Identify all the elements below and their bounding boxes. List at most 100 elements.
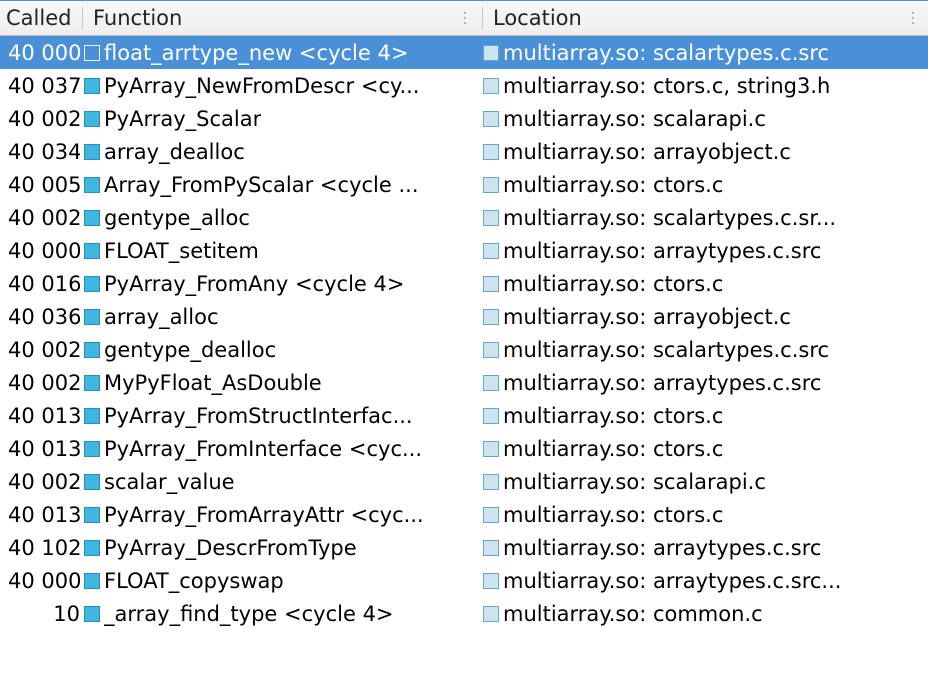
cell-called: 40 002 (0, 206, 80, 230)
cell-location: multiarray.so: arraytypes.c.src (473, 239, 928, 263)
cell-called: 40 013 (0, 503, 80, 527)
column-header-called[interactable]: Called (0, 1, 80, 35)
file-icon (483, 243, 499, 259)
filled-box-icon (84, 309, 100, 325)
table-row[interactable]: 40 013PyArray_FromStructInterfac... multi… (0, 399, 928, 432)
function-name: PyArray_FromInterface <cyc... (104, 437, 422, 461)
function-name: MyPyFloat_AsDouble (104, 371, 322, 395)
function-name: _array_find_type <cycle 4> (104, 602, 394, 626)
table-header: Called Function Location (0, 0, 928, 36)
called-value: 40 000 (8, 41, 80, 65)
function-name: PyArray_Scalar (104, 107, 261, 131)
filled-box-icon (84, 276, 100, 292)
cell-location: multiarray.so: scalartypes.c.src (473, 338, 928, 362)
filled-box-icon (84, 507, 100, 523)
cell-location: multiarray.so: arrayobject.c (473, 305, 928, 329)
file-icon (483, 573, 499, 589)
function-name: PyArray_FromArrayAttr <cyc... (104, 503, 424, 527)
cell-location: multiarray.so: arraytypes.c.src (473, 536, 928, 560)
table-row[interactable]: 40 037PyArray_NewFromDescr <cy...multiar… (0, 69, 928, 102)
cell-called: 40 102 (0, 536, 80, 560)
table-row[interactable]: 40 005Array_FromPyScalar <cycle ...multi… (0, 168, 928, 201)
location-text: multiarray.so: common.c (503, 602, 763, 626)
table-body: 40 000 float_arrtype_new <cycle 4> multiar… (0, 36, 928, 630)
location-text: multiarray.so: ctors.c (503, 404, 723, 428)
table-row[interactable]: 40 000FLOAT_setitemmultiarray.so: arrayt… (0, 234, 928, 267)
location-text: multiarray.so: scalartypes.c.sr... (503, 206, 836, 230)
table-row[interactable]: 40 102 PyArray_DescrFromType multiarray.so… (0, 531, 928, 564)
cell-location: multiarray.so: ctors.c, string3.h (473, 74, 928, 98)
cell-function: array_dealloc (80, 140, 473, 164)
cell-location: multiarray.so: ctors.c (473, 404, 928, 428)
file-icon (483, 375, 499, 391)
column-header-location[interactable]: Location (485, 1, 928, 35)
empty-box-icon (84, 45, 100, 61)
file-icon (483, 45, 499, 61)
column-divider[interactable] (482, 7, 483, 29)
column-divider[interactable] (82, 7, 83, 29)
cell-function: PyArray_FromInterface <cyc... (80, 437, 473, 461)
cell-function: Array_FromPyScalar <cycle ... (80, 173, 473, 197)
table-row[interactable]: 40 002gentype_deallocmultiarray.so: scal… (0, 333, 928, 366)
function-name: float_arrtype_new <cycle 4> (104, 41, 408, 65)
cell-location: multiarray.so: scalartypes.c.src (473, 41, 928, 65)
table-row[interactable]: 10 _array_find_type <cycle 4> multiarray.s… (0, 597, 928, 630)
table-row[interactable]: 40 002MyPyFloat_AsDoublemultiarray.so: a… (0, 366, 928, 399)
called-value: 40 034 (8, 140, 80, 164)
table-row[interactable]: 40 034 array_dealloc multiarray.so: arrayo… (0, 135, 928, 168)
function-name: array_dealloc (104, 140, 245, 164)
location-text: multiarray.so: arraytypes.c.src... (503, 569, 841, 593)
called-value: 40 037 (8, 74, 80, 98)
called-value: 40 002 (8, 107, 80, 131)
called-value: 40 005 (8, 173, 80, 197)
file-icon (483, 177, 499, 193)
profiler-table: Called Function Location 40 000 float_arr… (0, 0, 928, 694)
table-row[interactable]: 40 016PyArray_FromAny <cycle 4>multiarra… (0, 267, 928, 300)
cell-called: 10 (0, 602, 80, 626)
location-text: multiarray.so: ctors.c (503, 503, 723, 527)
location-text: multiarray.so: scalarapi.c (503, 107, 766, 131)
cell-location: multiarray.so: common.c (473, 602, 928, 626)
called-value: 10 (53, 602, 80, 626)
called-value: 40 002 (8, 206, 80, 230)
cell-location: multiarray.so: ctors.c (473, 503, 928, 527)
column-header-function[interactable]: Function (85, 1, 480, 35)
column-header-label: Function (93, 6, 182, 30)
cell-function: PyArray_DescrFromType (80, 536, 473, 560)
function-name: scalar_value (104, 470, 235, 494)
cell-location: multiarray.so: ctors.c (473, 272, 928, 296)
location-text: multiarray.so: arraytypes.c.src (503, 536, 821, 560)
table-row[interactable]: 40 002 PyArray_Scalar multiarray.so: scala… (0, 102, 928, 135)
cell-called: 40 000 (0, 41, 80, 65)
table-row[interactable]: 40 000 float_arrtype_new <cycle 4> multiar… (0, 36, 928, 69)
function-name: FLOAT_copyswap (104, 569, 284, 593)
cell-function: PyArray_NewFromDescr <cy... (80, 74, 473, 98)
location-text: multiarray.so: ctors.c (503, 437, 723, 461)
location-text: multiarray.so: scalartypes.c.src (503, 41, 829, 65)
function-name: PyArray_DescrFromType (104, 536, 357, 560)
table-row[interactable]: 40 036array_allocmultiarray.so: arrayobj… (0, 300, 928, 333)
cell-called: 40 013 (0, 437, 80, 461)
table-row[interactable]: 40 002 gentype_alloc multiarray.so: scalar… (0, 201, 928, 234)
cell-function: PyArray_FromStructInterfac... (80, 404, 473, 428)
cell-location: multiarray.so: ctors.c (473, 437, 928, 461)
called-value: 40 002 (8, 371, 80, 395)
table-row[interactable]: 40 002scalar_valuemultiarray.so: scalara… (0, 465, 928, 498)
cell-function: PyArray_FromArrayAttr <cyc... (80, 503, 473, 527)
table-row[interactable]: 40 013 PyArray_FromInterface <cyc... multi… (0, 432, 928, 465)
cell-called: 40 005 (0, 173, 80, 197)
filled-box-icon (84, 375, 100, 391)
cell-function: gentype_dealloc (80, 338, 473, 362)
cell-function: FLOAT_setitem (80, 239, 473, 263)
function-name: gentype_dealloc (104, 338, 276, 362)
function-name: FLOAT_setitem (104, 239, 259, 263)
table-row[interactable]: 40 013 PyArray_FromArrayAttr <cyc... multi… (0, 498, 928, 531)
cell-function: PyArray_FromAny <cycle 4> (80, 272, 473, 296)
cell-called: 40 013 (0, 404, 80, 428)
function-name: Array_FromPyScalar <cycle ... (104, 173, 419, 197)
location-text: multiarray.so: arrayobject.c (503, 140, 791, 164)
function-name: gentype_alloc (104, 206, 250, 230)
column-grip-icon (912, 12, 920, 24)
table-row[interactable]: 40 000FLOAT_copyswapmultiarray.so: array… (0, 564, 928, 597)
filled-box-icon (84, 441, 100, 457)
